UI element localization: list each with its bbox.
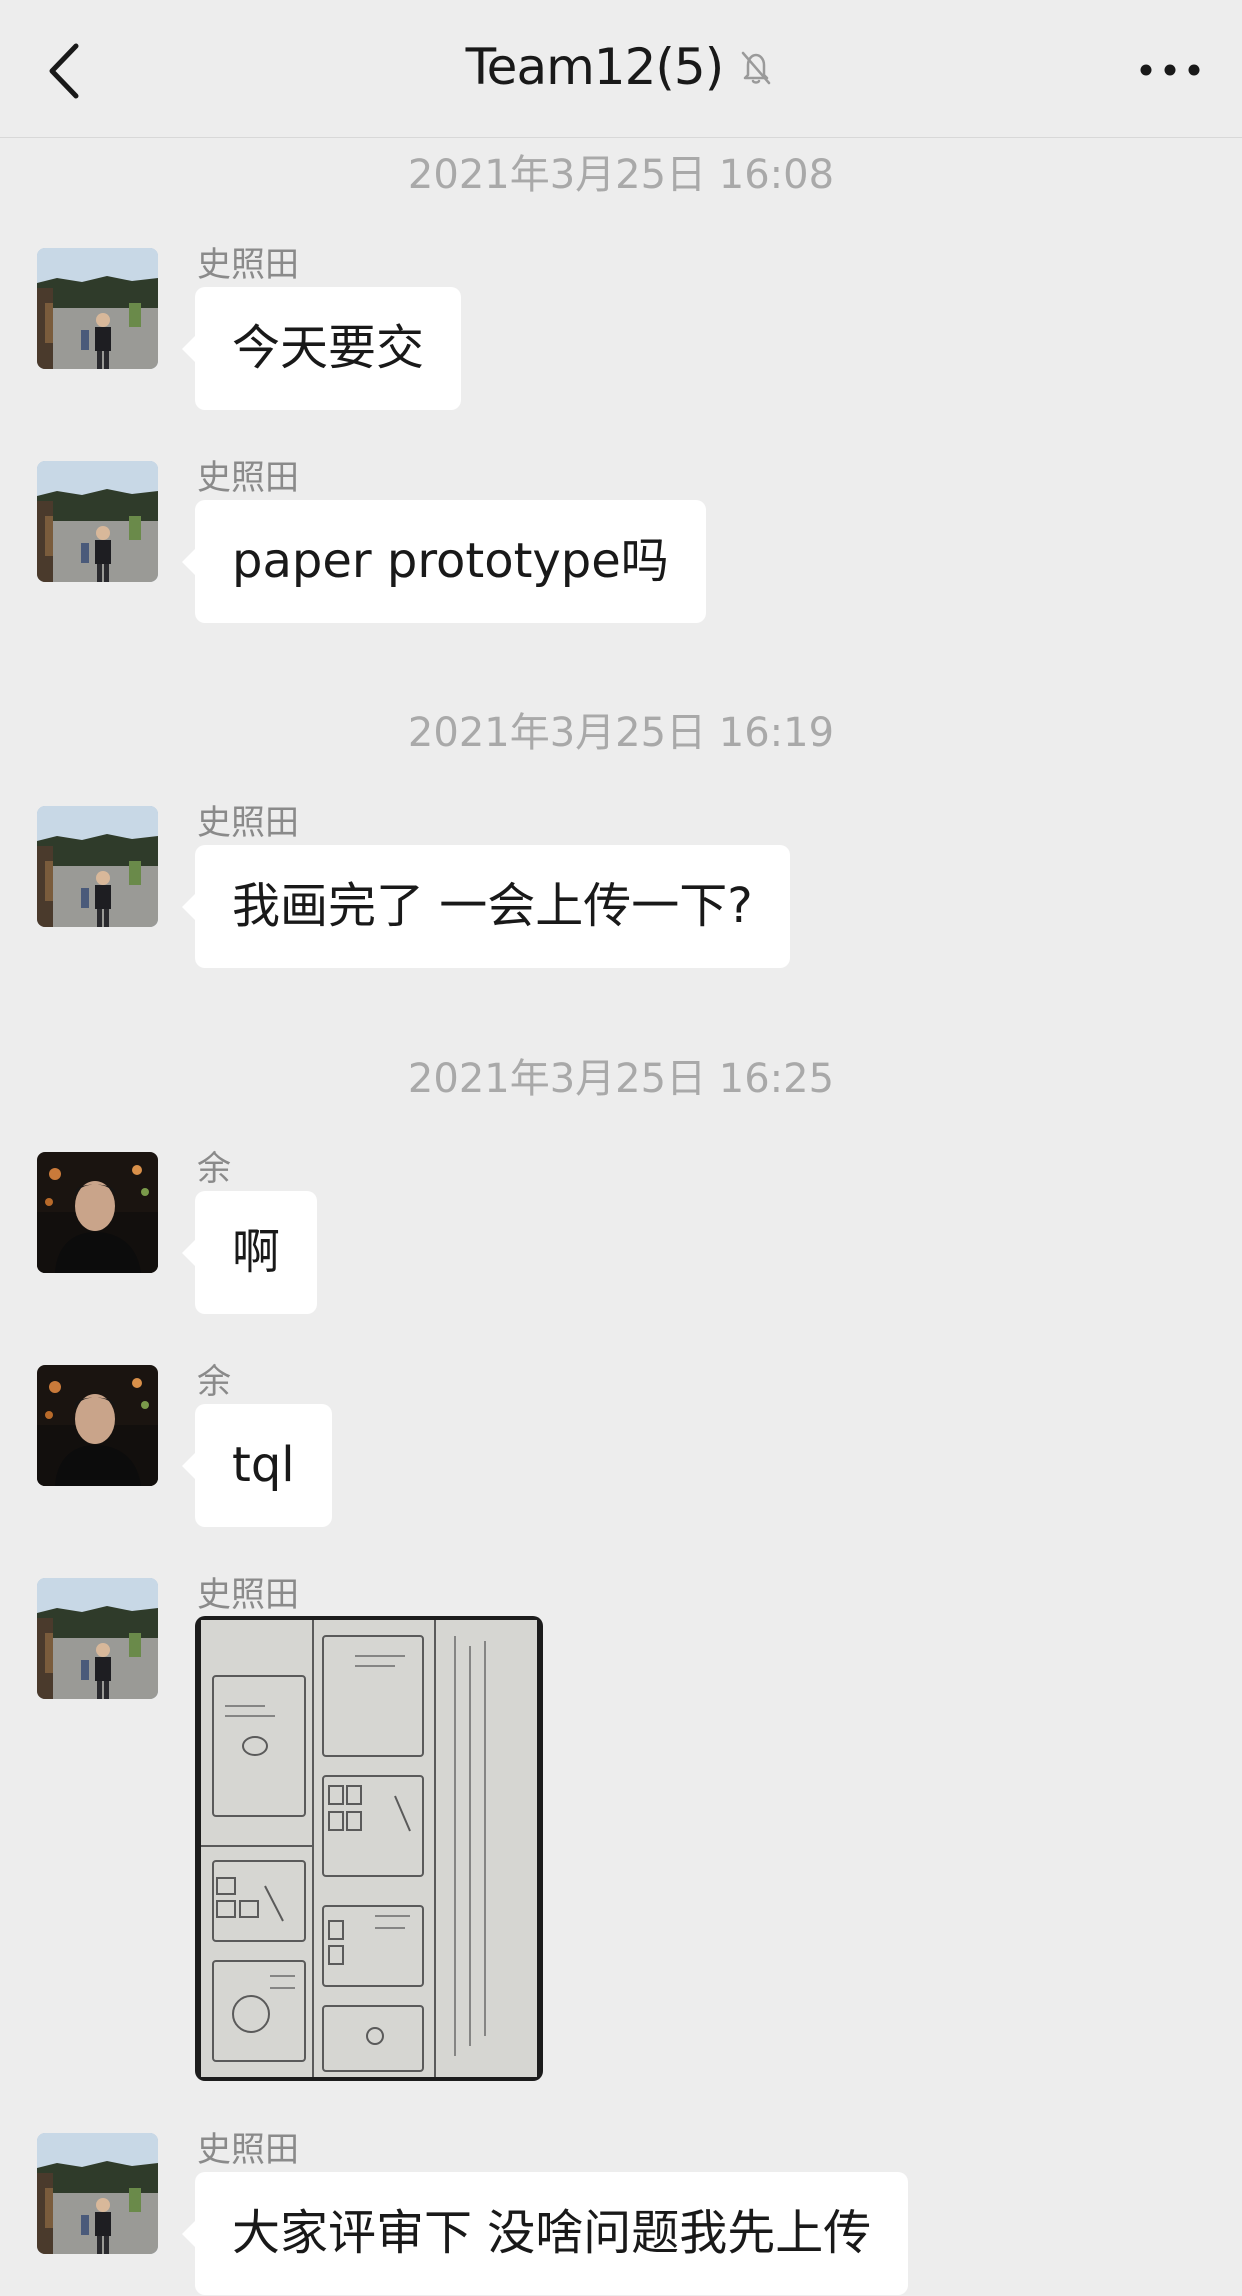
message-bubble[interactable]: 今天要交 [181, 287, 462, 410]
sender-name: 余 [197, 1149, 231, 1189]
avatar[interactable] [37, 248, 158, 369]
avatar-photo-shi [37, 806, 158, 927]
sender-name: 史照田 [197, 1575, 299, 1615]
message-bubble[interactable]: 大家评审下 没啥问题我先上传 [181, 2172, 909, 2295]
message-timestamp: 2021年3月25日 16:25 [407, 1056, 835, 1102]
sender-name: 史照田 [197, 458, 299, 498]
message-bubble[interactable]: 啊 [181, 1191, 318, 1314]
avatar-photo-shi [37, 1578, 158, 1699]
avatar-photo-shi [37, 461, 158, 582]
paper-prototype-sketch [195, 1616, 543, 2081]
avatar[interactable] [37, 1152, 158, 1273]
avatar-photo-shi [37, 2133, 158, 2254]
sender-name: 余 [197, 1362, 231, 1402]
chat-title-area: Team12(5) [0, 38, 1242, 102]
more-dots-icon[interactable] [1138, 50, 1202, 90]
avatar[interactable] [37, 1365, 158, 1486]
message-bubble[interactable]: paper prototype吗 [182, 500, 706, 623]
avatar-photo-yu [37, 1365, 158, 1486]
chat-header: Team12(5) [0, 0, 1242, 138]
sender-name: 史照田 [197, 245, 299, 285]
avatar[interactable] [37, 2133, 158, 2254]
message-bubble[interactable]: tql [182, 1404, 332, 1527]
avatar-photo-yu [37, 1152, 158, 1273]
avatar[interactable] [37, 461, 158, 582]
image-message[interactable] [195, 1616, 543, 2081]
bell-slash-icon [742, 51, 771, 85]
avatar-photo-shi [37, 248, 158, 369]
message-timestamp: 2021年3月25日 16:08 [407, 152, 835, 198]
sender-name: 史照田 [197, 2130, 299, 2170]
sender-name: 史照田 [197, 803, 299, 843]
avatar[interactable] [37, 1578, 158, 1699]
avatar[interactable] [37, 806, 158, 927]
message-timestamp: 2021年3月25日 16:19 [407, 710, 835, 756]
message-bubble[interactable]: 我画完了 一会上传一下? [182, 845, 790, 968]
chat-title[interactable]: Team12(5) [466, 38, 725, 96]
